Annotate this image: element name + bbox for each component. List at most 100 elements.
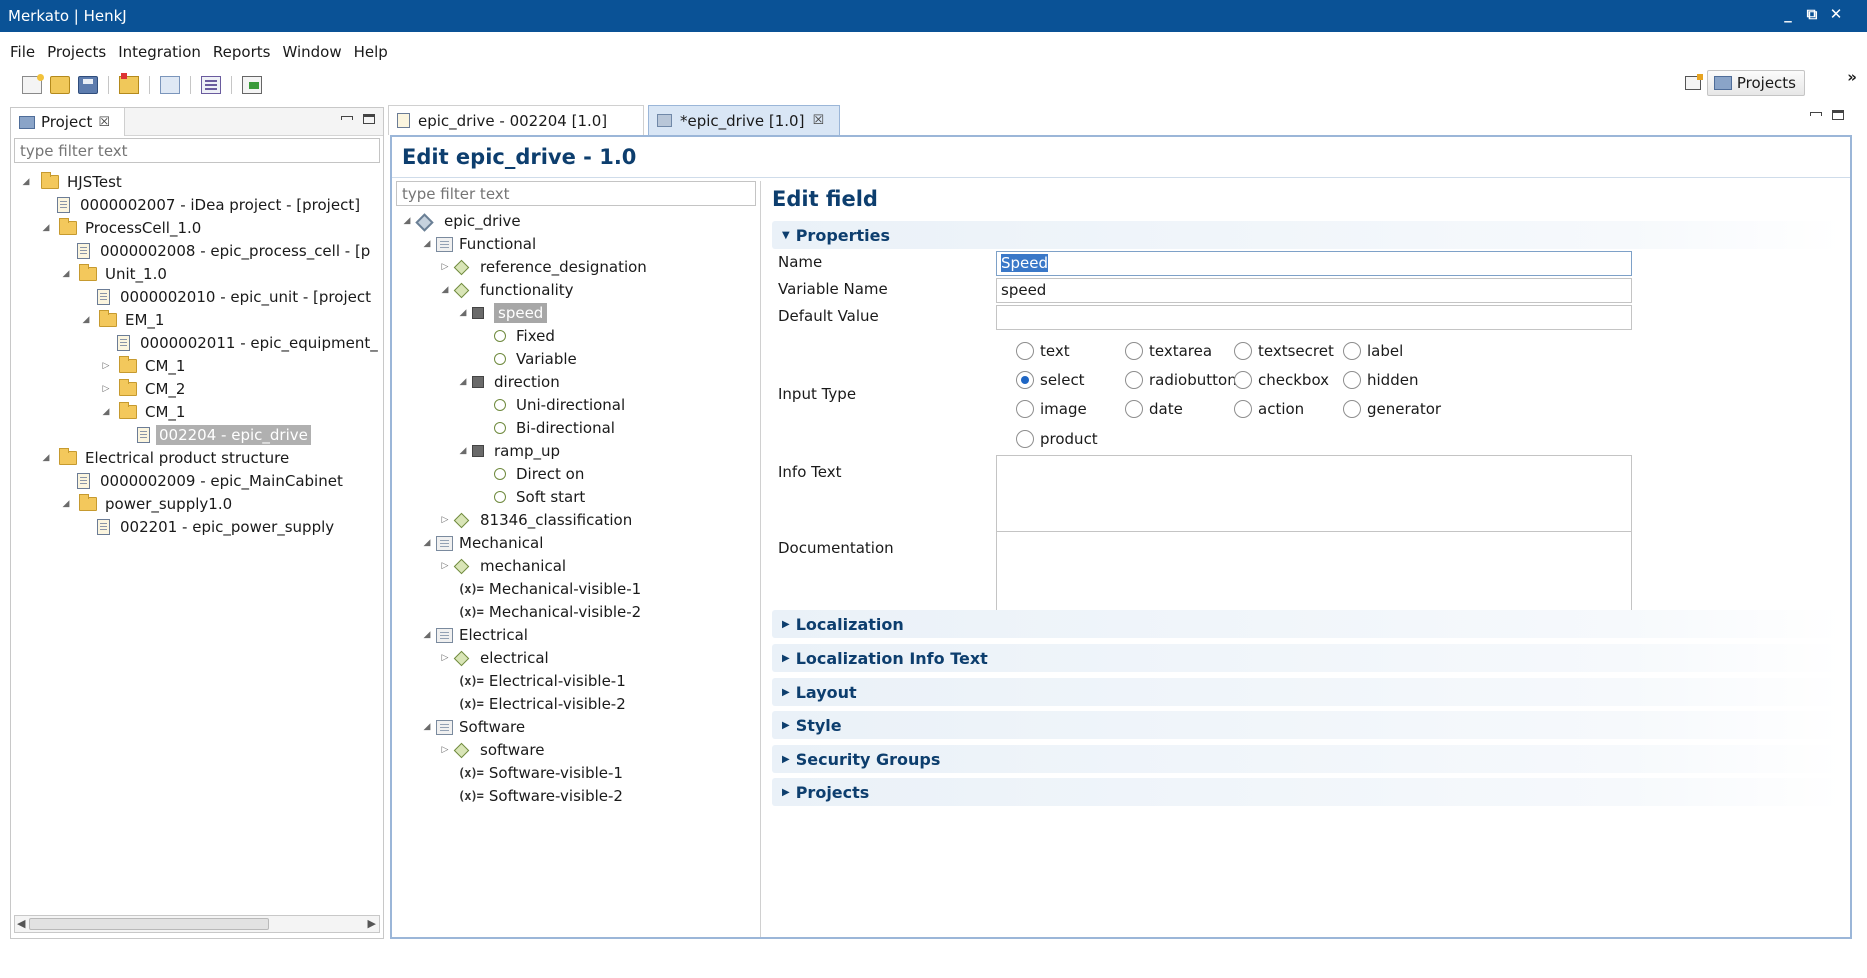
tree-node[interactable]: (x)= Mechanical-visible-2 bbox=[458, 600, 641, 624]
tree-node[interactable]: ◢ ProcessCell_1.0 bbox=[41, 216, 201, 240]
name-input[interactable]: Speed bbox=[996, 251, 1632, 276]
tree-node[interactable]: Variable bbox=[494, 347, 577, 371]
delete-folder-icon[interactable] bbox=[119, 73, 139, 94]
radio-date[interactable]: date bbox=[1125, 400, 1183, 418]
tree-node[interactable]: ◢ Unit_1.0 bbox=[61, 262, 167, 286]
project-filter-input[interactable] bbox=[14, 138, 380, 163]
tree-node[interactable]: (x)= Software-visible-1 bbox=[458, 761, 623, 785]
section-layout[interactable]: ▶ Layout bbox=[772, 678, 1842, 706]
save-icon[interactable] bbox=[78, 76, 98, 94]
restore-icon[interactable]: ⧉ bbox=[1805, 5, 1819, 23]
tree-node[interactable]: ▷ software bbox=[440, 738, 545, 762]
close-tab-icon[interactable]: ☒ bbox=[812, 113, 824, 128]
radio-radiobutton[interactable]: radiobutton bbox=[1125, 371, 1237, 389]
section-style[interactable]: ▶ Style bbox=[772, 711, 1842, 739]
tree-node[interactable]: Soft start bbox=[494, 485, 585, 509]
maximize-view-icon[interactable] bbox=[363, 114, 375, 124]
radio-hidden[interactable]: hidden bbox=[1343, 371, 1418, 389]
tree-node[interactable]: ◢ power_supply1.0 bbox=[61, 492, 232, 516]
tree-node[interactable]: (x)= Electrical-visible-2 bbox=[458, 692, 626, 716]
menu-projects[interactable]: Projects bbox=[47, 40, 106, 64]
radio-action[interactable]: action bbox=[1234, 400, 1304, 418]
chevron-more-icon[interactable]: » bbox=[1847, 68, 1857, 86]
section-security-groups[interactable]: ▶ Security Groups bbox=[772, 745, 1842, 773]
close-window-icon[interactable]: ✕ bbox=[1829, 5, 1843, 23]
tree-node[interactable]: Bi-directional bbox=[494, 416, 615, 440]
section-properties[interactable]: ▼ Properties bbox=[772, 221, 1842, 249]
menu-file[interactable]: File bbox=[10, 40, 35, 64]
scroll-right-icon[interactable]: ▶ bbox=[368, 917, 376, 930]
radio-text[interactable]: text bbox=[1016, 342, 1070, 360]
tab-project[interactable]: Project ☒ bbox=[11, 108, 125, 136]
variable-name-input[interactable]: speed bbox=[996, 278, 1632, 303]
tree-node[interactable]: ◢ EM_1 bbox=[81, 308, 164, 332]
tree-node[interactable]: ◢ HJSTest bbox=[21, 170, 122, 194]
radio-checkbox[interactable]: checkbox bbox=[1234, 371, 1329, 389]
tree-node[interactable]: ◢ ramp_up bbox=[458, 439, 561, 463]
tree-node[interactable]: 0000002008 - epic_process_cell - [p bbox=[77, 239, 370, 263]
section-projects[interactable]: ▶ Projects bbox=[772, 778, 1842, 806]
minimize-icon[interactable]: _ bbox=[1781, 5, 1795, 23]
menu-reports[interactable]: Reports bbox=[213, 40, 271, 64]
tree-node[interactable]: 0000002010 - epic_unit - [project bbox=[97, 285, 371, 309]
list-icon[interactable] bbox=[201, 76, 221, 94]
tab-epic-drive-edit[interactable]: *epic_drive [1.0] ☒ bbox=[648, 105, 840, 135]
tree-node[interactable]: ◢ Software bbox=[422, 715, 526, 739]
tree-node-selected[interactable]: ◢ speed bbox=[458, 301, 548, 325]
radio-label[interactable]: label bbox=[1343, 342, 1403, 360]
tab-epic-drive-002204[interactable]: epic_drive - 002204 [1.0] bbox=[388, 105, 644, 135]
tree-node[interactable]: ▷ 81346_classification bbox=[440, 508, 633, 532]
radio-product[interactable]: product bbox=[1016, 430, 1098, 448]
scroll-left-icon[interactable]: ◀ bbox=[17, 917, 25, 930]
tree-node[interactable]: 0000002007 - iDea project - [project] bbox=[57, 193, 360, 217]
scroll-thumb[interactable] bbox=[29, 918, 269, 930]
default-value-input[interactable] bbox=[996, 305, 1632, 330]
minimize-view-icon[interactable] bbox=[341, 114, 353, 124]
new-project-icon[interactable] bbox=[22, 74, 44, 94]
radio-textarea[interactable]: textarea bbox=[1125, 342, 1212, 360]
minimize-editor-icon[interactable] bbox=[1810, 110, 1822, 120]
tree-node-selected[interactable]: 002204 - epic_drive bbox=[137, 423, 311, 447]
tree-node[interactable]: ◢ Mechanical bbox=[422, 531, 544, 555]
tree-node[interactable]: ▷ electrical bbox=[440, 646, 549, 670]
open-folder-icon[interactable] bbox=[50, 76, 70, 94]
tree-node[interactable]: 0000002011 - epic_equipment_ bbox=[117, 331, 378, 355]
tree-node[interactable]: (x)= Mechanical-visible-1 bbox=[458, 577, 641, 601]
tree-node[interactable]: Direct on bbox=[494, 462, 584, 486]
copy-icon[interactable] bbox=[160, 76, 180, 94]
maximize-editor-icon[interactable] bbox=[1832, 110, 1844, 120]
open-perspective-icon[interactable] bbox=[1684, 74, 1703, 90]
export-icon[interactable] bbox=[242, 76, 262, 94]
tree-node[interactable]: ◢ Functional bbox=[422, 232, 537, 256]
tree-node[interactable]: ◢ functionality bbox=[440, 278, 574, 302]
radio-generator[interactable]: generator bbox=[1343, 400, 1441, 418]
close-tab-icon[interactable]: ☒ bbox=[98, 115, 110, 130]
tree-node[interactable]: 002201 - epic_power_supply bbox=[97, 515, 334, 539]
radio-select[interactable]: select bbox=[1016, 371, 1085, 389]
menu-integration[interactable]: Integration bbox=[118, 40, 201, 64]
info-text-area[interactable] bbox=[996, 455, 1632, 538]
radio-textsecret[interactable]: textsecret bbox=[1234, 342, 1334, 360]
documentation-area[interactable] bbox=[996, 531, 1632, 614]
tree-node[interactable]: ▷ mechanical bbox=[440, 554, 567, 578]
tree-node[interactable]: ▷ CM_1 bbox=[101, 354, 185, 378]
tree-node[interactable]: ▷ CM_2 bbox=[101, 377, 185, 401]
tree-node[interactable]: ▷ reference_designation bbox=[440, 255, 647, 279]
tree-node[interactable]: 0000002009 - epic_MainCabinet bbox=[77, 469, 343, 493]
horizontal-scrollbar[interactable]: ◀ ▶ bbox=[14, 915, 380, 933]
radio-image[interactable]: image bbox=[1016, 400, 1087, 418]
projects-perspective-button[interactable]: Projects bbox=[1706, 70, 1805, 96]
tree-node[interactable]: Uni-directional bbox=[494, 393, 625, 417]
tree-node[interactable]: Fixed bbox=[494, 324, 555, 348]
section-localization[interactable]: ▶ Localization bbox=[772, 610, 1842, 638]
tree-node[interactable]: ◢ direction bbox=[458, 370, 560, 394]
tree-node[interactable]: ◢ Electrical bbox=[422, 623, 528, 647]
tree-node[interactable]: ◢ CM_1 bbox=[101, 400, 185, 424]
field-filter-input[interactable] bbox=[396, 181, 756, 206]
menu-help[interactable]: Help bbox=[354, 40, 388, 64]
tree-node[interactable]: (x)= Software-visible-2 bbox=[458, 784, 623, 808]
tree-node[interactable]: ◢ epic_drive bbox=[402, 209, 521, 233]
menu-window[interactable]: Window bbox=[282, 40, 341, 64]
section-localization-info-text[interactable]: ▶ Localization Info Text bbox=[772, 644, 1842, 672]
tree-node[interactable]: (x)= Electrical-visible-1 bbox=[458, 669, 626, 693]
